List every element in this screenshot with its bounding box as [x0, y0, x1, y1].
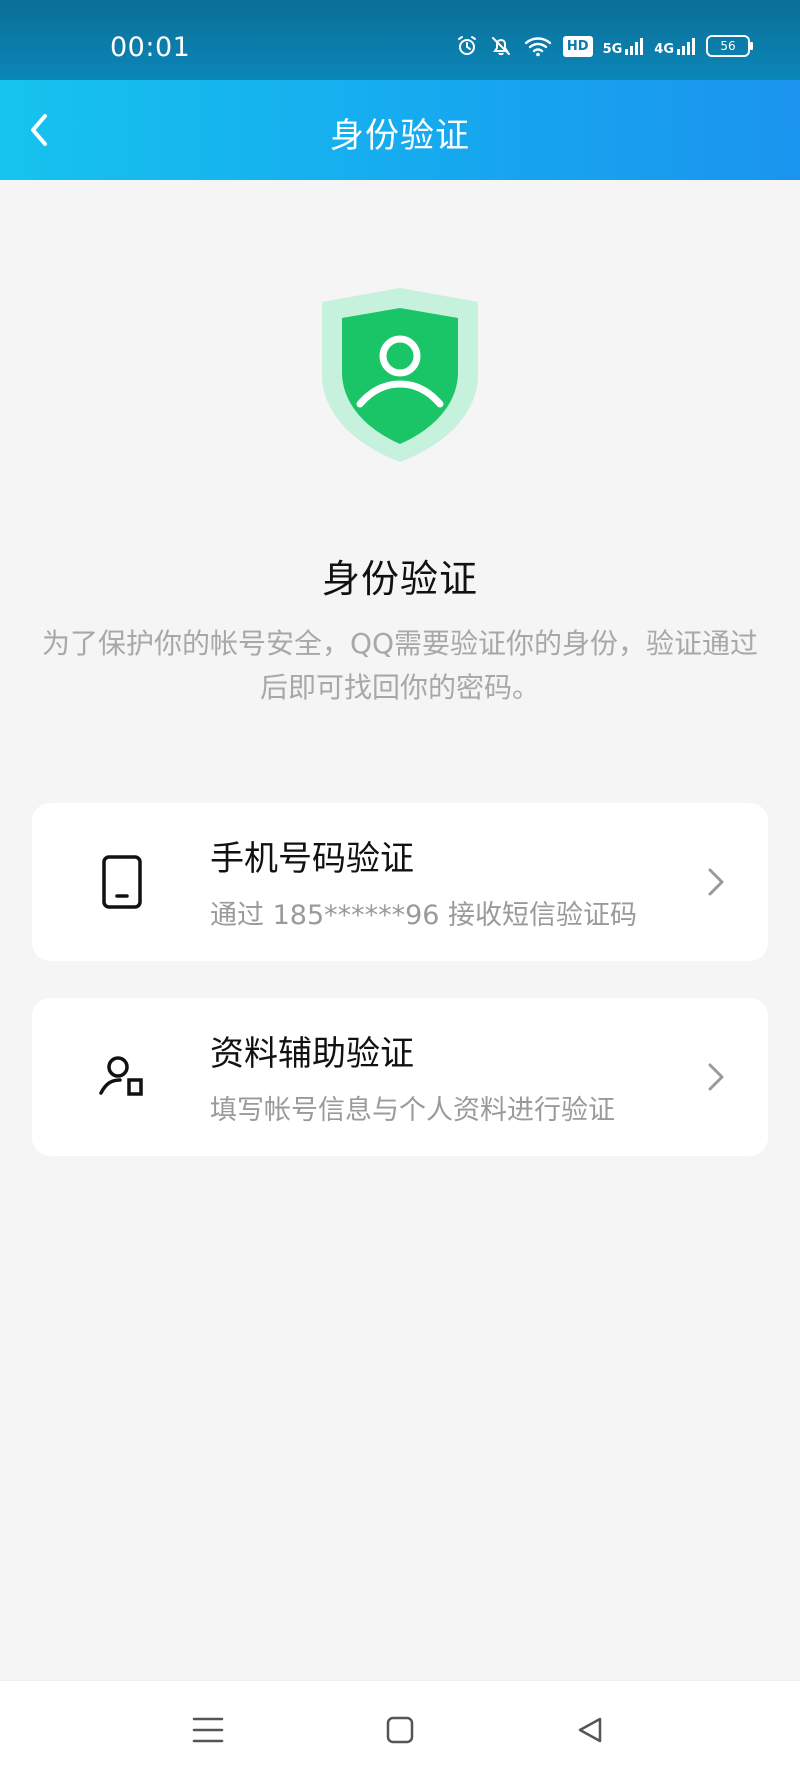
nav-bar: 身份验证 — [0, 80, 800, 180]
signal-4g-icon: 4G — [654, 36, 696, 56]
signal-bars-icon — [625, 38, 644, 55]
user-profile-icon — [99, 1056, 143, 1096]
shield-user-icon — [322, 288, 478, 462]
hero-title: 身份验证 — [321, 557, 478, 601]
chevron-right-icon — [708, 1063, 724, 1091]
wifi-icon — [524, 37, 552, 57]
status-time: 00:01 — [110, 32, 191, 63]
system-nav-bar — [0, 1680, 800, 1779]
home-square-icon — [386, 1716, 414, 1744]
status-bar: 00:01 HD 5G 4G 56 — [0, 0, 800, 80]
battery-icon: 56 — [706, 35, 753, 57]
bell-off-icon — [491, 37, 510, 56]
network-4g-label: 4G — [654, 42, 674, 57]
system-back-button[interactable] — [567, 1707, 613, 1753]
option-subtitle: 通过 185******96 接收短信验证码 — [210, 900, 638, 931]
option-subtitle: 填写帐号信息与个人资料进行验证 — [210, 1095, 615, 1126]
option-profile-verify[interactable]: 资料辅助验证 填写帐号信息与个人资料进行验证 — [32, 998, 768, 1156]
hd-icon: HD — [562, 35, 593, 57]
hero-description: 为了保护你的帐号安全，QQ需要验证你的身份，验证通过后即可找回你的密码。 — [41, 627, 759, 704]
status-icons: HD 5G 4G 56 — [455, 34, 753, 58]
back-triangle-icon — [578, 1717, 602, 1743]
phone-icon — [102, 855, 142, 909]
option-title: 资料辅助验证 — [210, 1034, 414, 1074]
network-5g-label: 5G — [602, 42, 623, 57]
signal-5g-icon: 5G — [603, 36, 645, 56]
chevron-right-icon — [708, 868, 724, 896]
home-button[interactable] — [377, 1707, 423, 1753]
battery-label: 56 — [720, 39, 736, 53]
app-header: 00:01 HD 5G 4G 56 身份验证 — [0, 0, 800, 180]
menu-icon — [192, 1717, 224, 1743]
card-icon-wrap — [94, 854, 150, 910]
option-phone-verify[interactable]: 手机号码验证 通过 185******96 接收短信验证码 — [32, 803, 768, 961]
signal-bars-icon — [677, 38, 695, 55]
menu-button[interactable] — [185, 1707, 231, 1753]
alarm-icon — [457, 36, 476, 55]
page-title: 身份验证 — [330, 116, 470, 156]
option-title: 手机号码验证 — [210, 839, 414, 879]
card-icon-wrap — [94, 1049, 150, 1105]
